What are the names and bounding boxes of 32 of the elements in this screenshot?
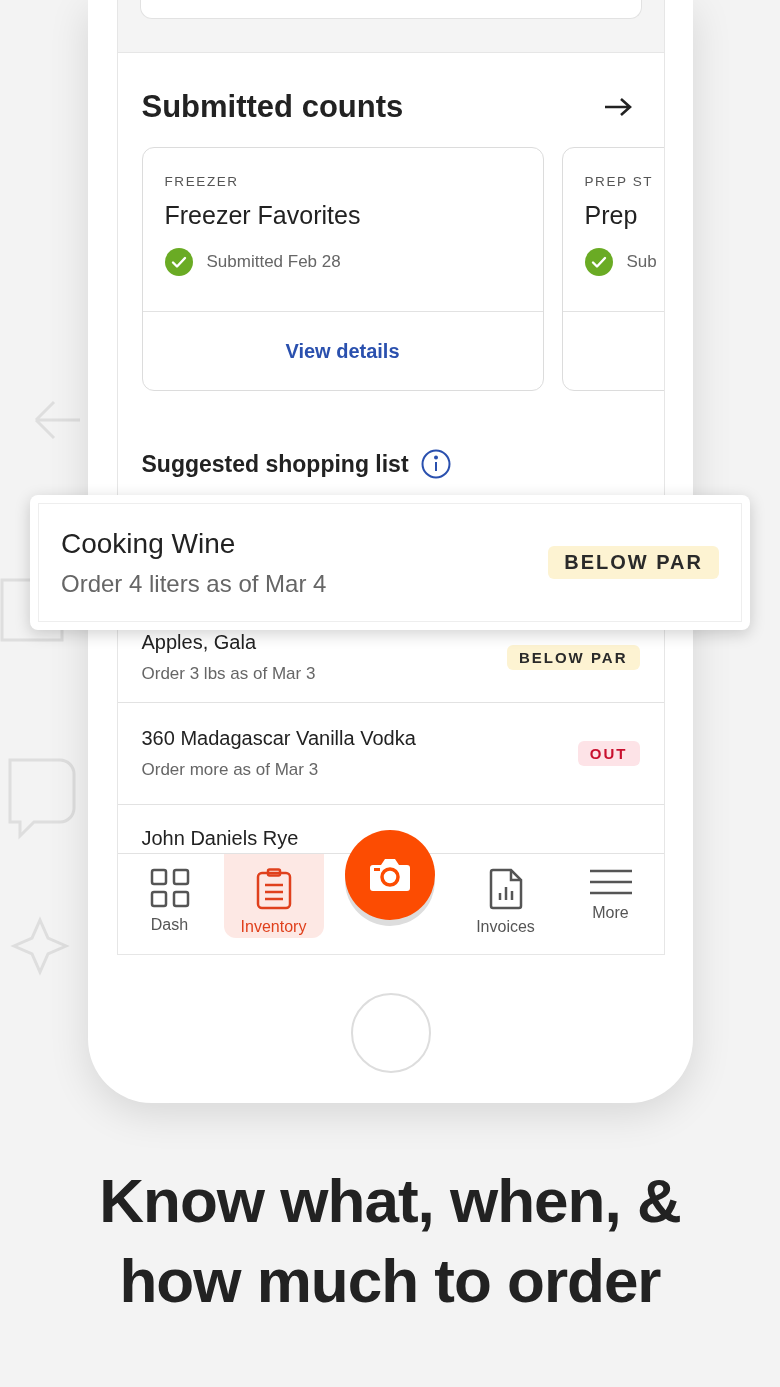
arrow-right-icon[interactable]	[603, 97, 632, 117]
nav-tab[interactable]: Inventory	[223, 854, 324, 938]
document-chart-icon	[488, 868, 523, 910]
status-text: Sub	[626, 252, 657, 272]
section-title: Submitted counts	[141, 89, 404, 125]
item-name: John Daniels Rye	[141, 827, 299, 850]
section-title: Suggested shopping list	[141, 450, 409, 478]
count-name: Freezer Favorites	[164, 201, 361, 230]
status-badge: BELOW PAR	[548, 546, 719, 579]
status-badge: BELOW PAR	[506, 645, 640, 670]
category-label: PREP ST	[584, 174, 654, 189]
grid-icon	[149, 868, 190, 908]
item-detail: Order 4 liters as of Mar 4	[61, 569, 327, 598]
headline: how much to order	[119, 1245, 661, 1317]
clipboard-icon	[255, 868, 292, 910]
status-badge: OUT	[577, 741, 640, 766]
view-details-link[interactable]: View details	[285, 339, 400, 363]
item-detail: Order 3 lbs as of Mar 3	[141, 664, 316, 684]
nav-tab[interactable]: More	[559, 854, 662, 938]
status-text: Submitted Feb 28	[206, 252, 341, 272]
item-name: Apples, Gala	[141, 631, 256, 654]
menu-icon	[588, 868, 633, 896]
camera-icon	[368, 858, 411, 892]
item-name: Cooking Wine	[61, 527, 236, 560]
headline: Know what, when, &	[99, 1165, 681, 1237]
item-detail: Order more as of Mar 3	[141, 760, 319, 780]
count-name: Prep	[584, 201, 638, 230]
category-label: FREEZER	[164, 174, 239, 189]
nav-tab[interactable]: Dash	[119, 854, 220, 938]
item-name: 360 Madagascar Vanilla Vodka	[141, 727, 416, 750]
nav-tab[interactable]: Invoices	[455, 854, 556, 938]
info-icon[interactable]	[420, 449, 451, 479]
